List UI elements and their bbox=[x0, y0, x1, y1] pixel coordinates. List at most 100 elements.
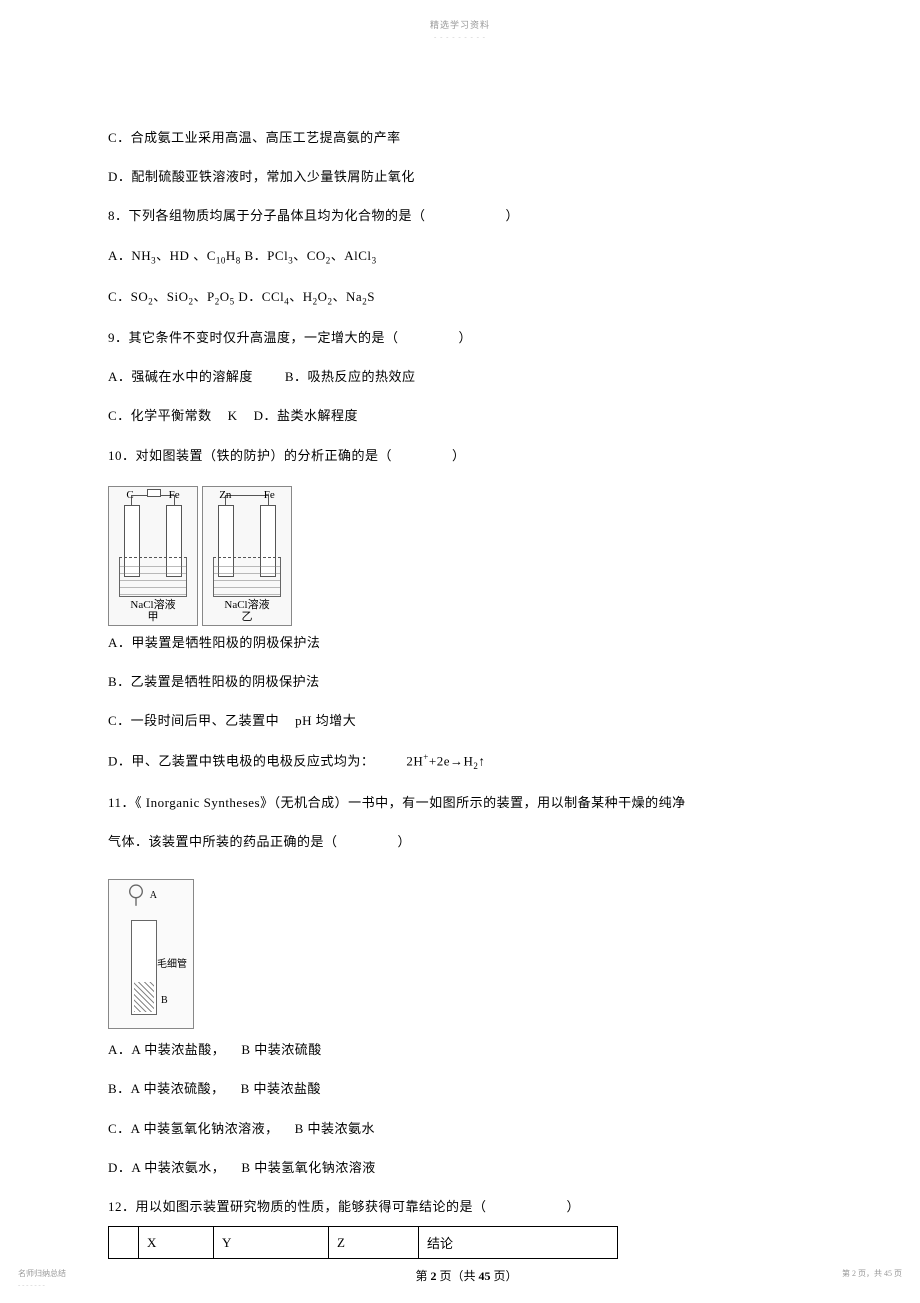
beaker2-bottom: NaCl溶液 乙 bbox=[203, 599, 291, 623]
table-row: X Y Z 结论 bbox=[109, 1227, 618, 1259]
liquid-lines-2 bbox=[214, 560, 280, 598]
beaker1-e2: Fe bbox=[169, 489, 180, 501]
beaker-2: Zn Fe NaCl溶液 乙 bbox=[202, 486, 292, 626]
q8-stem: 8．下列各组物质均属于分子晶体且均为化合物的是（ ） bbox=[108, 207, 825, 225]
q8-a-mid1: 、HD 、C bbox=[156, 248, 216, 263]
funnel-icon bbox=[127, 884, 145, 906]
q8-h2o2: 、H bbox=[289, 289, 312, 304]
sub-3c: 3 bbox=[372, 255, 377, 265]
page-end: 页） bbox=[491, 1269, 518, 1283]
page-content: C．合成氨工业采用高温、高压工艺提高氨的产率 D．配制硫酸亚铁溶液时，常加入少量… bbox=[108, 129, 825, 1284]
q8-po: 、P bbox=[194, 289, 215, 304]
cell-empty bbox=[109, 1227, 139, 1259]
app-label-capillary: 毛细管 bbox=[157, 955, 187, 970]
app-tube bbox=[131, 920, 157, 1015]
q10-c-ph: pH 均增大 bbox=[295, 713, 356, 728]
q8-b: B．PCl bbox=[241, 248, 288, 263]
q10-d-eq2: +2e→H bbox=[429, 754, 474, 769]
q11-d2: B 中装氢氧化钠浓溶液 bbox=[241, 1160, 375, 1175]
page-mid: 页（共 bbox=[436, 1269, 478, 1283]
beaker1-liq-label: NaCl溶液 bbox=[130, 599, 175, 611]
q11-option-a: A．A 中装浓盐酸，B 中装浓硫酸 bbox=[108, 1041, 825, 1059]
footer-left-sub: - - - - - - - bbox=[18, 1281, 45, 1289]
sub-10: 10 bbox=[216, 255, 226, 265]
q9-stem-text: 9．其它条件不变时仅升高温度，一定增大的是（ bbox=[108, 330, 399, 345]
beaker2-e1: Zn bbox=[219, 489, 231, 501]
app-label-a: A bbox=[150, 890, 157, 901]
q11-option-b: B．A 中装浓硫酸， B 中装浓盐酸 bbox=[108, 1080, 825, 1098]
beaker2-liq-label: NaCl溶液 bbox=[224, 599, 269, 611]
q10-option-c: C．一段时间后甲、乙装置中 pH 均增大 bbox=[108, 712, 825, 730]
q9-a: A．强碱在水中的溶解度 bbox=[108, 369, 253, 384]
q11-paren: ） bbox=[398, 834, 412, 849]
q7-option-d: D．配制硫酸亚铁溶液时，常加入少量铁屑防止氧化 bbox=[108, 168, 825, 186]
page-pre: 第 bbox=[415, 1269, 430, 1283]
q8-options-cd: C．SO2、SiO2、P2O5 D．CCl4、H2O2、Na2S bbox=[108, 288, 825, 308]
q8-nas: 、Na bbox=[333, 289, 363, 304]
q8-o: O bbox=[220, 289, 230, 304]
cell-conclusion: 结论 bbox=[419, 1227, 618, 1259]
header-dashes: - - - - - - - - - bbox=[0, 31, 920, 41]
q11-option-d: D．A 中装浓氨水， B 中装氢氧化钠浓溶液 bbox=[108, 1159, 825, 1177]
q10-option-b: B．乙装置是牺牲阳极的阴极保护法 bbox=[108, 673, 825, 691]
q11-stem-mid: 气体．该装置中所装的药品正确的是（ bbox=[108, 834, 338, 849]
beaker1-labels: C Fe bbox=[109, 489, 197, 501]
beaker1-bottom: NaCl溶液 甲 bbox=[109, 599, 197, 623]
q8-stem-text: 8．下列各组物质均属于分子晶体且均为化合物的是（ bbox=[108, 208, 426, 223]
q11-stem-line1: 11．《 Inorganic Syntheses》（无机合成）一书中，有一如图所… bbox=[108, 794, 825, 812]
q10-option-a: A．甲装置是牺牲阳极的阴极保护法 bbox=[108, 634, 825, 652]
q12-stem: 12．用以如图示装置研究物质的性质，能够获得可靠结论的是（ ） bbox=[108, 1198, 825, 1216]
beaker1-e1: C bbox=[126, 489, 133, 501]
q10-c-pre: C．一段时间后甲、乙装置中 bbox=[108, 713, 279, 728]
app-fill bbox=[134, 982, 154, 1012]
cell-y: Y bbox=[214, 1227, 329, 1259]
q8-co: 、CO bbox=[293, 248, 326, 263]
beaker-1: C Fe NaCl溶液 甲 bbox=[108, 486, 198, 626]
q8-options-ab: A．NH3、HD 、C10H8 B．PCl3、CO2、AlCl3 bbox=[108, 247, 825, 267]
q8-c-pre: C．SO bbox=[108, 289, 148, 304]
q10-stem-text: 10．对如图装置（铁的防护）的分析正确的是（ bbox=[108, 448, 392, 463]
beaker2-liquid bbox=[213, 557, 281, 597]
q12-paren: ） bbox=[567, 1199, 581, 1214]
q10-d-pre: D．甲、乙装置中铁电极的电极反应式均为： bbox=[108, 754, 374, 769]
q8-a-pre: A．NH bbox=[108, 248, 151, 263]
q9-d: D．盐类水解程度 bbox=[254, 408, 358, 423]
page-total: 45 bbox=[479, 1269, 491, 1283]
beaker1-liquid bbox=[119, 557, 187, 597]
q11-c1: C．A 中装氢氧化钠浓溶液， bbox=[108, 1121, 279, 1136]
q11-a1: A．A 中装浓盐酸， bbox=[108, 1042, 225, 1057]
q10-option-d: D．甲、乙装置中铁电极的电极反应式均为：2H++2e→H2↑ bbox=[108, 751, 825, 773]
q11-b2: B 中装浓盐酸 bbox=[241, 1081, 321, 1096]
q8-s: S bbox=[367, 289, 375, 304]
q8-sio: 、SiO bbox=[153, 289, 188, 304]
q8-o2: O bbox=[318, 289, 328, 304]
arrow-up-icon: ↑ bbox=[478, 754, 485, 769]
q10-d-eq1: 2H bbox=[406, 754, 423, 769]
q7-option-c: C．合成氨工业采用高温、高压工艺提高氨的产率 bbox=[108, 129, 825, 147]
header-watermark: 精选学习资料 bbox=[0, 0, 920, 31]
q12-table: X Y Z 结论 bbox=[108, 1226, 618, 1259]
beaker2-name: 乙 bbox=[242, 611, 253, 623]
q8-paren: ） bbox=[506, 208, 520, 223]
q9-k: K bbox=[228, 408, 238, 423]
q10-stem: 10．对如图装置（铁的防护）的分析正确的是（ ） bbox=[108, 447, 825, 465]
q9-c: C．化学平衡常数 bbox=[108, 408, 212, 423]
liquid-lines-1 bbox=[120, 560, 186, 598]
q11-c2: B 中装浓氨水 bbox=[295, 1121, 375, 1136]
cell-z: Z bbox=[329, 1227, 419, 1259]
q10-diagram: C Fe NaCl溶液 甲 Zn Fe bbox=[108, 486, 825, 626]
beaker1-name: 甲 bbox=[148, 611, 159, 623]
q9-options-cd: C．化学平衡常数 K D．盐类水解程度 bbox=[108, 407, 825, 425]
q11-b1: B．A 中装浓硫酸， bbox=[108, 1081, 225, 1096]
footer-right: 第 2 页，共 45 页 bbox=[842, 1268, 902, 1279]
q8-a-h: H bbox=[226, 248, 236, 263]
q8-alcl: 、AlCl bbox=[331, 248, 372, 263]
q12-stem-text: 12．用以如图示装置研究物质的性质，能够获得可靠结论的是（ bbox=[108, 1199, 487, 1214]
q11-d1: D．A 中装浓氨水， bbox=[108, 1160, 225, 1175]
q10-paren: ） bbox=[452, 448, 466, 463]
page-number: 第 2 页（共 45 页） bbox=[108, 1267, 825, 1284]
footer-left: 名师归纳总结 bbox=[18, 1268, 66, 1279]
q11-stem-line2: 气体．该装置中所装的药品正确的是（ ） bbox=[108, 833, 825, 851]
q9-b: B．吸热反应的热效应 bbox=[285, 369, 416, 384]
q9-options-ab: A．强碱在水中的溶解度 B．吸热反应的热效应 bbox=[108, 368, 825, 386]
